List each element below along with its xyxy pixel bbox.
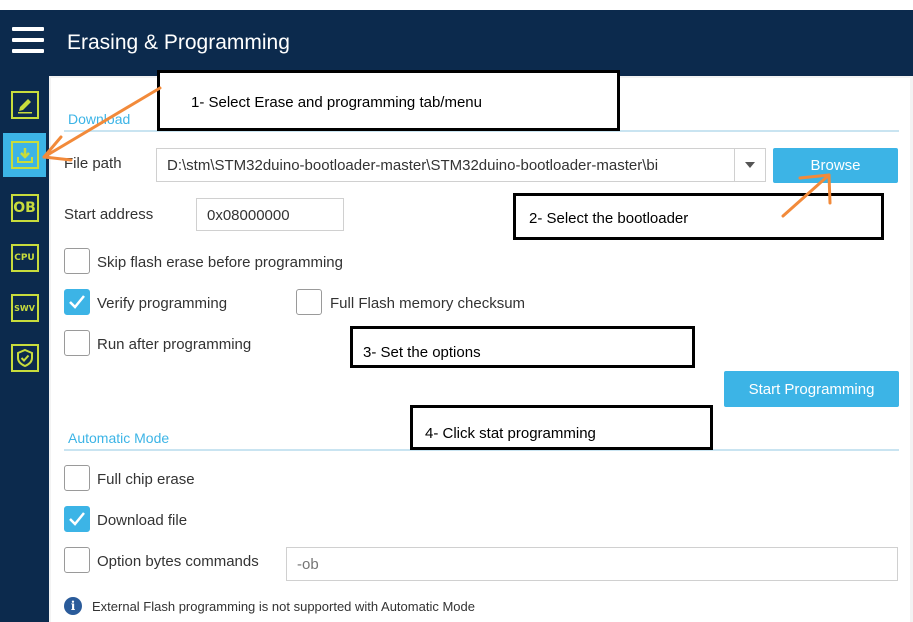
annotation-arrows (42, 86, 832, 218)
arrow-to-download-tab (42, 86, 162, 159)
arrow-to-browse (781, 173, 831, 218)
